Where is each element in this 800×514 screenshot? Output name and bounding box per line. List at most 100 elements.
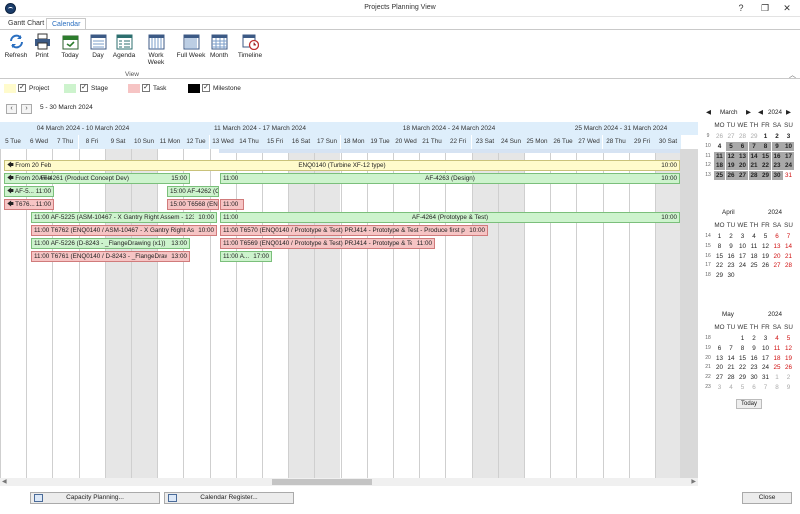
calendar-day[interactable]: 18 (749, 252, 760, 261)
calendar-day[interactable]: 25 (772, 363, 783, 372)
task-event[interactable]: 🡄 T676... 11:00 (4, 199, 54, 210)
calendar-day[interactable]: 29 (714, 271, 725, 280)
close-window-button[interactable]: ✕ (780, 2, 794, 14)
calendar-day[interactable]: 29 (749, 132, 760, 141)
calendar-day[interactable]: 1 (772, 373, 783, 382)
calendar-day[interactable]: 12 (783, 344, 794, 353)
calendar-day[interactable]: 8 (760, 141, 771, 151)
calendar-day[interactable]: 22 (737, 363, 748, 372)
day-column[interactable] (576, 149, 602, 480)
day-column[interactable] (498, 149, 524, 480)
day-header[interactable]: 17 Sun (314, 135, 340, 149)
calendar-day[interactable]: 3 (714, 383, 725, 392)
stage-checkbox[interactable]: ✓ (80, 84, 88, 92)
calendar-day[interactable]: 9 (749, 344, 760, 353)
day-header[interactable]: 14 Thu (236, 135, 262, 149)
day-header[interactable]: 12 Tue (183, 135, 209, 149)
legend-stage[interactable]: ✓ Stage (64, 84, 124, 94)
milestone-checkbox[interactable]: ✓ (202, 84, 210, 92)
calendar-day[interactable]: 24 (760, 363, 771, 372)
calendar-day[interactable]: 31 (760, 373, 771, 382)
calendar-day[interactable]: 17 (783, 151, 794, 161)
stage-event[interactable]: 11:00 AF-4264 (Prototype & Test) 10:00 (220, 212, 680, 223)
calendar-day[interactable]: 5 (783, 334, 794, 343)
calendar-day[interactable]: 7 (760, 383, 771, 392)
calendar-day[interactable]: 15 (760, 151, 771, 161)
horizontal-scrollbar[interactable]: ◀ ▶ (0, 478, 698, 486)
stage-event[interactable]: 11:00 A... 17:00 (220, 251, 272, 262)
calendar-day[interactable] (760, 271, 771, 280)
day-header[interactable]: 9 Sat (105, 135, 131, 149)
day-header[interactable]: 8 Fri (79, 135, 105, 149)
scroll-left-icon[interactable]: ◀ (2, 478, 7, 485)
day-header[interactable]: 22 Fri (445, 135, 471, 149)
calendar-day[interactable]: 19 (725, 161, 737, 171)
day-column[interactable] (288, 149, 314, 480)
calendar-day[interactable]: 25 (749, 261, 760, 270)
prev-year-icon[interactable]: ◀ (758, 109, 763, 116)
calendar-day[interactable]: 23 (771, 161, 783, 171)
day-column[interactable] (367, 149, 393, 480)
day-header[interactable]: 16 Sat (288, 135, 314, 149)
calendar-day[interactable]: 6 (749, 383, 760, 392)
calendar-day[interactable]: 14 (783, 242, 794, 251)
project-checkbox[interactable]: ✓ (18, 84, 26, 92)
calendar-day[interactable]: 3 (760, 334, 771, 343)
calendar-day[interactable]: 10 (783, 141, 794, 151)
calendar-day[interactable]: 2 (726, 232, 737, 241)
mini-calendar-april[interactable]: April 2024 MO TU WE TH FR SA SU 14 1 2 3 4 5 6 7 15 8 9 10 11… (702, 208, 798, 298)
calendar-day[interactable]: 19 (760, 252, 771, 261)
close-button[interactable]: Close (742, 492, 792, 504)
calendar-day[interactable]: 13 (737, 151, 748, 161)
day-column[interactable] (419, 149, 445, 480)
day-column[interactable] (629, 149, 655, 480)
task-checkbox[interactable]: ✓ (142, 84, 150, 92)
calendar-day[interactable]: 26 (760, 261, 771, 270)
next-period-button[interactable]: › (21, 104, 32, 114)
day-header[interactable]: 5 Tue (0, 135, 26, 149)
task-event[interactable]: 11:00 T6569 (ENQ0140 / Prototype & Test)… (220, 238, 435, 249)
day-header[interactable]: 10 Sun (131, 135, 157, 149)
task-event[interactable]: 11:00 T6762 (ENQ0140 / ASM-10467 - X Gan… (31, 225, 217, 236)
calendar-day[interactable]: 23 (749, 363, 760, 372)
refresh-button[interactable]: Refresh (4, 33, 28, 59)
calendar-day[interactable]: 18 (772, 354, 783, 363)
day-header[interactable]: 11 Mon (157, 135, 183, 149)
prev-month-icon[interactable]: ◀ (706, 109, 711, 116)
day-column[interactable] (79, 149, 105, 480)
calendar-day[interactable]: 4 (772, 334, 783, 343)
calendar-day[interactable]: 1 (760, 132, 771, 141)
task-event[interactable]: 11:00 T6570 (ENQ0140 / Prototype & Test)… (220, 225, 488, 236)
calendar-day[interactable]: 7 (726, 344, 737, 353)
day-header[interactable]: 25 Mon (524, 135, 550, 149)
calendar-day[interactable]: 1 (714, 232, 725, 241)
timeline-button[interactable]: Timeline (236, 33, 264, 59)
calendar-day[interactable] (772, 271, 783, 280)
day-column[interactable] (550, 149, 576, 480)
stage-event[interactable]: 11:00 AF-5225 (ASM-10467 - X Gantry Righ… (31, 212, 217, 223)
scrollbar-thumb[interactable] (272, 479, 372, 485)
print-button[interactable]: Print (32, 33, 52, 59)
calendar-day[interactable]: 11 (749, 242, 760, 251)
day-column[interactable] (131, 149, 157, 480)
day-column[interactable] (472, 149, 498, 480)
day-header[interactable]: 27 Wed (576, 135, 602, 149)
next-year-icon[interactable]: ▶ (786, 109, 791, 116)
calendar-day[interactable]: 2 (783, 373, 794, 382)
calendar-day[interactable]: 21 (726, 363, 737, 372)
mini-calendar-march[interactable]: ◀ ◀ ▶ ▶ March 2024 MO TU WE TH FR SA SU 9 26 27 28 29 1 2 3 1… (702, 108, 798, 198)
day-header[interactable]: 28 Thu (603, 135, 629, 149)
work-week-button[interactable]: Work Week (140, 33, 172, 66)
today-button[interactable]: Today (58, 33, 82, 59)
calendar-day[interactable]: 29 (760, 171, 771, 181)
stage-event[interactable]: 11:00 AF-5226 (D-8243 - _FlangeDrawing (… (31, 238, 190, 249)
calendar-day[interactable]: 14 (748, 151, 760, 161)
day-column[interactable] (524, 149, 550, 480)
day-column[interactable] (341, 149, 367, 480)
scroll-right-icon[interactable]: ▶ (691, 478, 696, 485)
full-week-button[interactable]: Full Week (176, 33, 206, 59)
calendar-day[interactable] (726, 334, 737, 343)
calendar-day[interactable]: 12 (760, 242, 771, 251)
day-header[interactable]: 24 Sun (498, 135, 524, 149)
day-column[interactable] (603, 149, 629, 480)
